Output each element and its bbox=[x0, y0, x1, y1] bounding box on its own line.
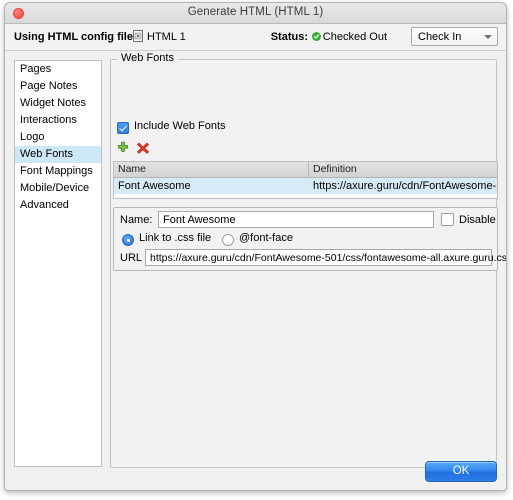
font-detail-panel: Name: Font Awesome Disable Link to .css … bbox=[113, 207, 506, 271]
sidebar-item-label: Advanced bbox=[20, 199, 69, 211]
radio-link-to-css-file-label: Link to .css file bbox=[139, 232, 212, 244]
sidebar-item-label: Font Mappings bbox=[20, 165, 93, 177]
config-bar: Using HTML config file: HTML 1 Status: C… bbox=[5, 24, 506, 51]
check-in-selected-value: Check In bbox=[418, 31, 462, 43]
sidebar-item-font-mappings[interactable]: Font Mappings bbox=[15, 163, 101, 180]
sidebar-item-interactions[interactable]: Interactions bbox=[15, 112, 101, 129]
plus-icon[interactable] bbox=[116, 141, 130, 155]
ok-button[interactable]: OK bbox=[425, 461, 497, 482]
sidebar-item-label: Mobile/Device bbox=[20, 182, 90, 194]
title-bar: Generate HTML (HTML 1) bbox=[5, 3, 506, 24]
cell-font-name: Font Awesome bbox=[118, 180, 191, 192]
window-title: Generate HTML (HTML 1) bbox=[187, 6, 324, 18]
url-label: URL bbox=[120, 252, 143, 264]
disable-checkbox[interactable] bbox=[441, 213, 454, 226]
radio-link-to-css-file[interactable] bbox=[122, 234, 134, 246]
sidebar-item-label: Page Notes bbox=[20, 80, 78, 92]
check-in-dropdown[interactable]: Check In bbox=[411, 27, 498, 46]
name-label: Name: bbox=[120, 214, 153, 226]
sidebar-item-label: Widget Notes bbox=[20, 97, 87, 109]
sidebar-item-pages[interactable]: Pages bbox=[15, 61, 101, 78]
settings-category-list[interactable]: Pages Page Notes Widget Notes Interactio… bbox=[14, 60, 102, 467]
web-fonts-group-legend: Web Fonts bbox=[117, 52, 178, 64]
config-file-label: Using HTML config file: bbox=[14, 31, 137, 43]
check-circle-icon bbox=[312, 32, 321, 41]
web-fonts-table[interactable]: Name Definition Font Awesome https://axu… bbox=[113, 161, 498, 199]
status-label: Status: bbox=[270, 31, 308, 43]
sidebar-item-logo[interactable]: Logo bbox=[15, 129, 101, 146]
font-url-value: https://axure.guru/cdn/FontAwesome-501/c… bbox=[150, 252, 507, 264]
x-icon[interactable] bbox=[136, 141, 150, 155]
document-icon bbox=[133, 30, 143, 42]
config-file-name: HTML 1 bbox=[147, 31, 186, 43]
font-url-input[interactable]: https://axure.guru/cdn/FontAwesome-501/c… bbox=[145, 249, 506, 266]
disable-label: Disable bbox=[459, 214, 496, 226]
sidebar-item-page-notes[interactable]: Page Notes bbox=[15, 78, 101, 95]
radio-font-face-label: @font-face bbox=[239, 232, 293, 244]
include-web-fonts-checkbox[interactable] bbox=[117, 122, 129, 134]
sidebar-item-widget-notes[interactable]: Widget Notes bbox=[15, 95, 101, 112]
status-value: Checked Out bbox=[322, 31, 387, 43]
sidebar-item-label: Web Fonts bbox=[20, 148, 73, 160]
cell-font-definition: https://axure.guru/cdn/FontAwesome-501 bbox=[313, 180, 497, 192]
sidebar-item-label: Pages bbox=[20, 63, 52, 75]
sidebar-item-web-fonts[interactable]: Web Fonts bbox=[15, 146, 101, 163]
sidebar-item-label: Interactions bbox=[20, 114, 77, 126]
chevron-down-icon bbox=[484, 35, 492, 39]
sidebar-item-label: Logo bbox=[20, 131, 45, 143]
dialog-content: Pages Page Notes Widget Notes Interactio… bbox=[5, 51, 506, 490]
column-header-name[interactable]: Name bbox=[114, 162, 309, 177]
include-web-fonts-label: Include Web Fonts bbox=[134, 120, 226, 132]
table-row[interactable]: Font Awesome https://axure.guru/cdn/Font… bbox=[114, 178, 497, 194]
table-header-row: Name Definition bbox=[114, 162, 497, 178]
generate-html-dialog: Generate HTML (HTML 1) Using HTML config… bbox=[4, 2, 507, 491]
radio-font-face[interactable] bbox=[222, 234, 234, 246]
sidebar-item-mobile-device[interactable]: Mobile/Device bbox=[15, 180, 101, 197]
sidebar-item-advanced[interactable]: Advanced bbox=[15, 197, 101, 214]
font-name-input[interactable]: Font Awesome bbox=[158, 211, 434, 228]
font-name-value: Font Awesome bbox=[163, 214, 236, 226]
column-header-definition[interactable]: Definition bbox=[309, 162, 497, 177]
